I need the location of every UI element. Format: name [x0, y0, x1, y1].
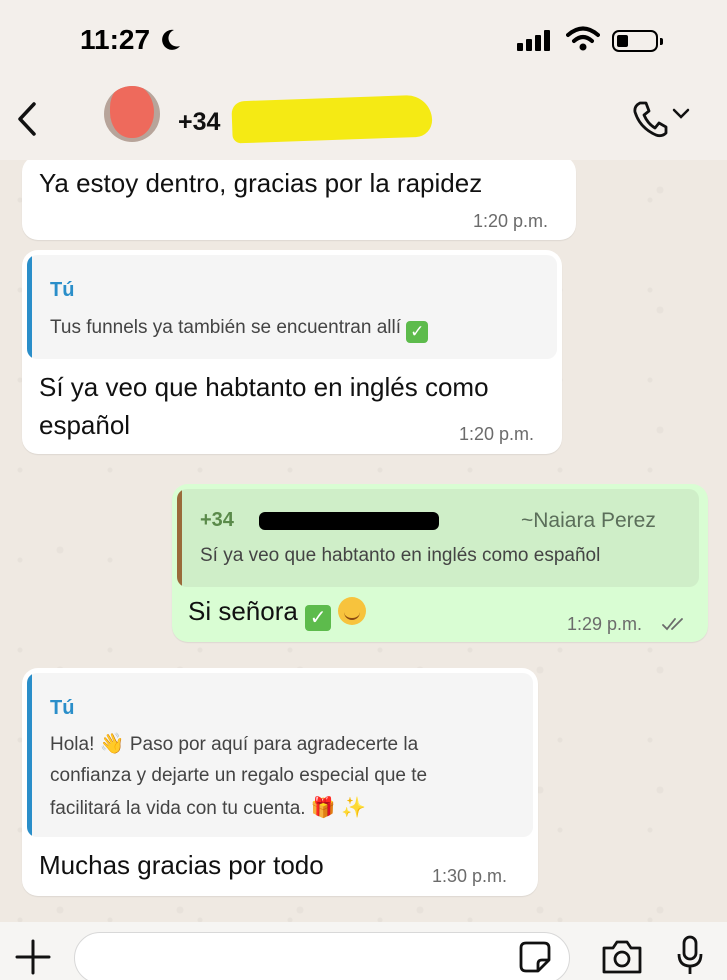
moon-icon [162, 29, 180, 50]
message-time: 1:30 p.m. [432, 866, 508, 886]
quote-alias: ~Naiara Perez [521, 509, 656, 532]
cellular-signal-icon [517, 30, 550, 51]
quote-text-segment: facilitará la vida con tu cuenta. [50, 798, 306, 819]
microphone-icon[interactable] [676, 934, 704, 978]
quote-text-content: Tus funnels ya también se encuentran all… [50, 317, 401, 338]
message-text: Ya estoy dentro, gracias por la rapidez [39, 168, 483, 198]
chat-header: +34 [0, 82, 727, 160]
message-time: 1:20 p.m. [473, 211, 549, 231]
message-time: 1:20 p.m. [459, 424, 535, 444]
quote-text-line3: facilitará la vida con tu cuenta. 🎁 ✨ [50, 793, 366, 824]
redaction-mark [231, 94, 433, 144]
message-text-line1: Sí ya veo que habtanto en inglés como [39, 372, 489, 402]
chevron-down-icon[interactable] [672, 108, 690, 120]
phone-icon[interactable] [632, 100, 668, 138]
quote-text: Tus funnels ya también se encuentran all… [50, 313, 429, 343]
redaction-mark [259, 512, 439, 530]
quoted-message[interactable]: Tú Tus funnels ya también se encuentran … [27, 255, 557, 359]
message-text: Si señora ✓ [188, 592, 367, 631]
quote-text: Sí ya veo que habtanto en inglés como es… [200, 545, 601, 566]
read-receipt-icon [662, 618, 683, 631]
quote-author: +34 [200, 509, 234, 531]
battery-icon [612, 30, 663, 52]
incoming-message[interactable]: Tú Tus funnels ya también se encuentran … [22, 250, 562, 454]
message-input[interactable] [74, 932, 570, 980]
waving-hand-emoji: 👋 [99, 733, 125, 755]
message-text: Muchas gracias por todo [39, 850, 324, 880]
sparkles-emoji: ✨ [341, 797, 366, 819]
quote-text-line2: confianza y dejarte un regalo especial q… [50, 765, 428, 786]
quote-text-line1: Hola! 👋 Paso por aquí para agradecerte l… [50, 729, 418, 760]
quoted-message[interactable]: +34 ~Naiara Perez Sí ya veo que habtanto… [177, 489, 699, 587]
quoted-message[interactable]: Tú Hola! 👋 Paso por aquí para agradecert… [27, 673, 533, 837]
back-chevron-icon[interactable] [14, 100, 40, 138]
quote-author: Tú [50, 697, 75, 719]
check-mark-emoji: ✓ [305, 605, 332, 631]
incoming-message[interactable]: Ya estoy dentro, gracias por la rapidez … [22, 156, 576, 240]
message-text-content: Si señora [188, 596, 298, 626]
check-mark-emoji: ✓ [406, 321, 429, 343]
camera-icon[interactable] [600, 938, 644, 976]
contact-avatar[interactable] [104, 86, 160, 142]
contact-name[interactable]: +34 [178, 108, 220, 137]
status-time: 11:27 [80, 24, 151, 55]
outgoing-message[interactable]: +34 ~Naiara Perez Sí ya veo que habtanto… [172, 484, 708, 642]
message-time: 1:29 p.m. [567, 614, 643, 634]
incoming-message[interactable]: Tú Hola! 👋 Paso por aquí para agradecert… [22, 668, 538, 896]
quote-text-segment: Paso por aquí para agradecerte la [129, 734, 419, 755]
message-text-line2: español [39, 410, 131, 440]
quote-text-segment: Hola! [50, 734, 95, 755]
status-bar: 11:27 [0, 0, 727, 82]
sticker-icon[interactable] [518, 940, 552, 974]
wifi-icon [566, 26, 600, 51]
smiling-face-emoji [338, 597, 367, 625]
gift-emoji: 🎁 [310, 797, 336, 819]
message-composer [0, 922, 727, 980]
quote-author: Tú [50, 279, 75, 301]
plus-icon[interactable] [14, 938, 52, 976]
